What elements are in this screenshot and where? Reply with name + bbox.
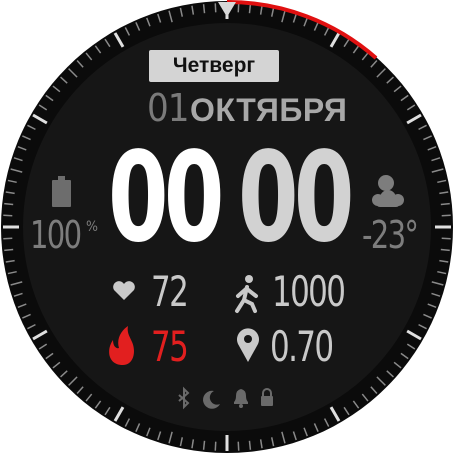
bezel-tick	[4, 248, 14, 252]
day-number: 01	[147, 86, 189, 130]
weekday-badge: Четверг	[149, 50, 279, 82]
battery-unit: %	[86, 219, 98, 235]
battery-icon	[52, 176, 71, 207]
battery-percentage: 100	[30, 213, 82, 257]
calories-value: 75	[151, 322, 189, 371]
heart-rate-value: 72	[151, 267, 189, 316]
bezel-tick	[440, 248, 450, 252]
bezel-tick	[4, 202, 14, 206]
temperature: -23°	[362, 213, 419, 257]
bezel-tick	[440, 202, 450, 206]
bezel-tick	[248, 440, 252, 450]
steps-value: 1000	[272, 267, 346, 316]
bezel-tick	[202, 440, 206, 450]
distance-value: 0.70	[270, 322, 334, 371]
bezel-tick	[248, 4, 252, 14]
month-name: ОКТЯБРЯ	[190, 92, 348, 128]
minutes: 00	[238, 126, 354, 270]
bezel-tick	[202, 4, 206, 14]
hours: 00	[108, 126, 224, 270]
